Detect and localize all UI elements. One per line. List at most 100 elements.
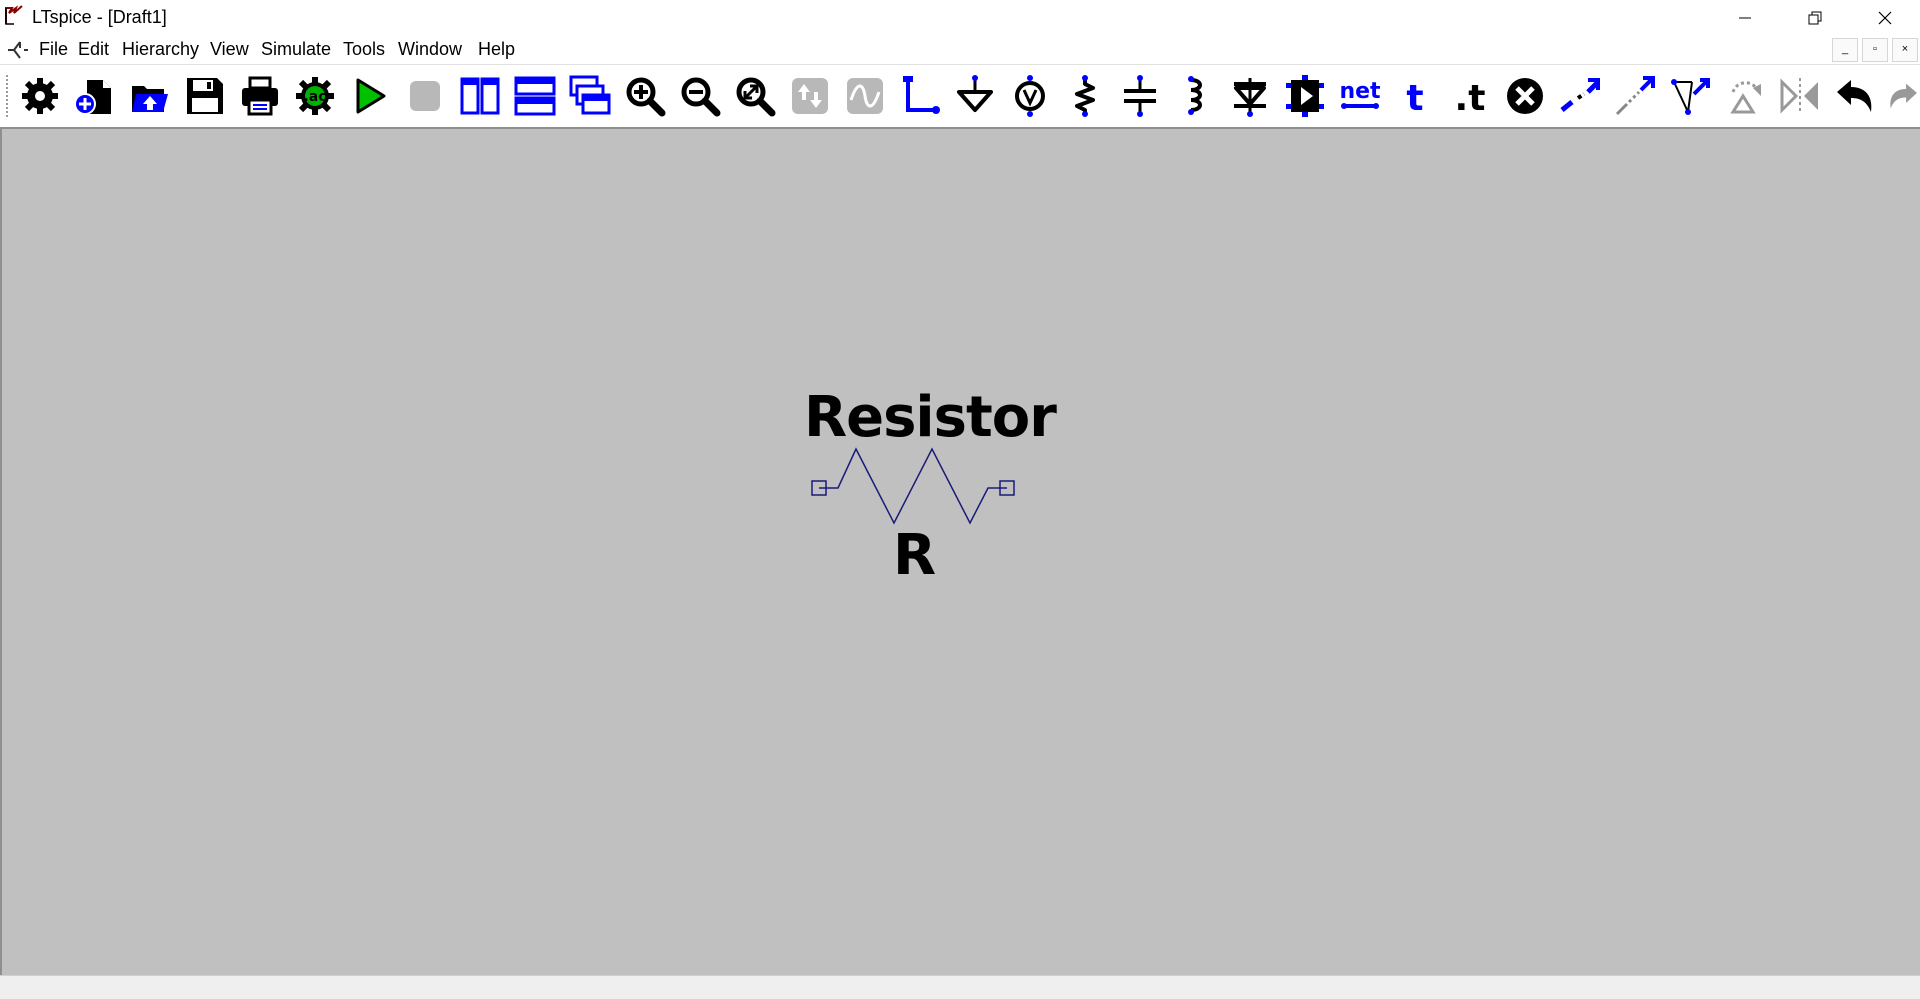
- zoom-out-icon: [681, 77, 721, 117]
- component-ref-label[interactable]: R: [893, 523, 936, 588]
- menu-bar: File Edit Hierarchy View Simulate Tools …: [0, 36, 1920, 63]
- run-icon: [356, 78, 386, 114]
- new-schematic-button[interactable]: [71, 73, 119, 119]
- mdi-close-button[interactable]: ×: [1892, 38, 1918, 62]
- menu-view[interactable]: View: [210, 39, 249, 60]
- menu-hierarchy[interactable]: Hierarchy: [122, 39, 199, 60]
- save-icon: [187, 78, 223, 114]
- run-button[interactable]: [346, 73, 394, 119]
- menu-simulate[interactable]: Simulate: [261, 39, 331, 60]
- ltspice-app-icon[interactable]: [4, 4, 26, 26]
- text-button[interactable]: t: [1391, 73, 1439, 119]
- undo-button[interactable]: [1831, 73, 1879, 119]
- text-icon: t: [1406, 78, 1423, 118]
- restore-button[interactable]: [1780, 0, 1850, 36]
- minimize-button[interactable]: [1710, 0, 1780, 36]
- ground-button[interactable]: [951, 73, 999, 119]
- delete-icon: [1507, 78, 1543, 114]
- tile-vertical-icon: [460, 77, 500, 115]
- voltage-source-icon: [1015, 75, 1045, 117]
- tile-horizontal-icon: [514, 76, 556, 116]
- svg-text:t: t: [1406, 78, 1423, 118]
- close-button[interactable]: [1850, 0, 1920, 36]
- ground-icon: [957, 75, 993, 112]
- wire-button[interactable]: [896, 73, 944, 119]
- schematic-doc-icon[interactable]: [6, 38, 28, 60]
- mdi-restore-button[interactable]: ▫: [1862, 38, 1888, 62]
- net-label-button[interactable]: net: [1336, 73, 1384, 119]
- component-name-label[interactable]: Resistor: [804, 385, 1057, 450]
- zoom-fit-icon: [736, 77, 776, 117]
- open-icon: [132, 86, 168, 112]
- menu-window[interactable]: Window: [398, 39, 462, 60]
- window-title: LTspice - [Draft1]: [32, 7, 167, 27]
- ac-analysis-icon: .ac: [296, 77, 334, 115]
- rotate-icon: [1730, 81, 1761, 114]
- waveform-button[interactable]: [841, 73, 889, 119]
- duplicate-button[interactable]: [1556, 73, 1604, 119]
- inductor-icon: [1188, 76, 1202, 115]
- minimize-icon: [1739, 17, 1751, 19]
- cascade-icon: [569, 75, 611, 115]
- duplicate-icon: [1560, 78, 1600, 112]
- move-icon: [1615, 76, 1655, 116]
- save-button[interactable]: [181, 73, 229, 119]
- mirror-button[interactable]: [1776, 73, 1824, 119]
- capacitor-button[interactable]: [1116, 73, 1164, 119]
- schematic-canvas[interactable]: [0, 127, 1920, 975]
- resistor-button[interactable]: [1061, 73, 1109, 119]
- drag-button[interactable]: [1666, 73, 1714, 119]
- mirror-icon: [1780, 78, 1818, 114]
- move-button[interactable]: [1611, 73, 1659, 119]
- control-panel-button[interactable]: [16, 73, 64, 119]
- voltage-source-button[interactable]: [1006, 73, 1054, 119]
- zoom-in-icon: [626, 77, 666, 117]
- waveform-icon: [847, 78, 883, 114]
- spice-directive-icon: .t: [1455, 78, 1486, 118]
- toolbar-grip[interactable]: [6, 75, 12, 117]
- resistor-symbol[interactable]: [808, 445, 1018, 531]
- ac-analysis-button[interactable]: .ac: [291, 73, 339, 119]
- new-schematic-icon: [74, 80, 111, 115]
- undo-icon: [1837, 80, 1872, 112]
- print-button[interactable]: [236, 73, 284, 119]
- delete-button[interactable]: [1501, 73, 1549, 119]
- resistor-zigzag: [819, 447, 1007, 525]
- zoom-fit-button[interactable]: [731, 73, 779, 119]
- wire-icon: [903, 76, 940, 114]
- capacitor-icon: [1124, 75, 1156, 117]
- zoom-out-button[interactable]: [676, 73, 724, 119]
- menu-file[interactable]: File: [39, 39, 68, 60]
- tile-vertical-button[interactable]: [456, 73, 504, 119]
- menu-tools[interactable]: Tools: [343, 39, 385, 60]
- svg-text:.t: .t: [1455, 78, 1486, 118]
- menu-help[interactable]: Help: [478, 39, 515, 60]
- redo-button[interactable]: [1886, 73, 1920, 119]
- pan-button[interactable]: [786, 73, 834, 119]
- halt-icon: [410, 81, 440, 111]
- menu-edit[interactable]: Edit: [78, 39, 109, 60]
- resistor-icon: [1075, 75, 1095, 117]
- diode-icon: [1234, 78, 1266, 117]
- tile-horizontal-button[interactable]: [511, 73, 559, 119]
- cascade-button[interactable]: [566, 73, 614, 119]
- halt-button[interactable]: [401, 73, 449, 119]
- zoom-in-button[interactable]: [621, 73, 669, 119]
- open-button[interactable]: [126, 73, 174, 119]
- drag-icon: [1671, 78, 1710, 115]
- toolbar: .ac net t .t: [0, 64, 1920, 127]
- svg-text:.ac: .ac: [303, 89, 326, 105]
- title-bar: LTspice - [Draft1]: [0, 0, 1920, 36]
- status-bar: [0, 975, 1920, 999]
- print-icon: [242, 76, 278, 116]
- close-icon: [1878, 11, 1892, 25]
- component-button[interactable]: [1281, 73, 1329, 119]
- redo-icon: [1890, 83, 1917, 109]
- mdi-minimize-button[interactable]: _: [1832, 38, 1858, 62]
- inductor-button[interactable]: [1171, 73, 1219, 119]
- diode-button[interactable]: [1226, 73, 1274, 119]
- net-label-icon: net: [1339, 79, 1381, 109]
- gear-icon: [22, 78, 58, 114]
- rotate-button[interactable]: [1721, 73, 1769, 119]
- spice-directive-button[interactable]: .t: [1446, 73, 1494, 119]
